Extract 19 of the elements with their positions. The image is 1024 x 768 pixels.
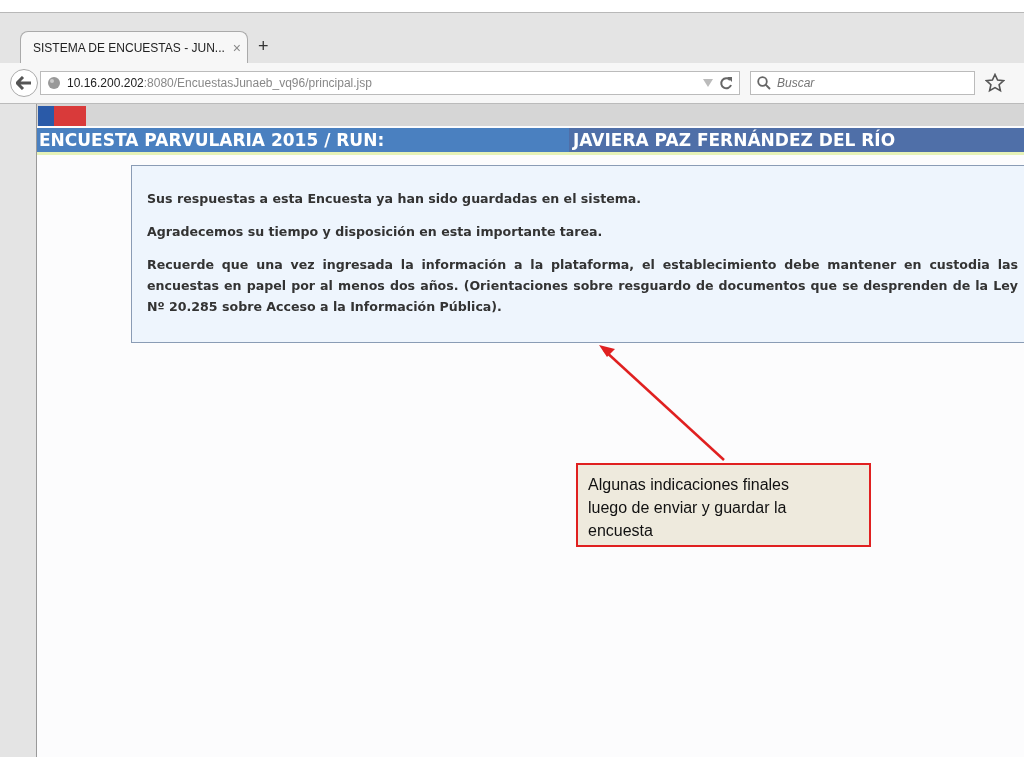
globe-icon	[47, 76, 61, 90]
browser-tab[interactable]: SISTEMA DE ENCUESTAS - JUN... ×	[20, 31, 248, 63]
back-arrow-icon	[16, 76, 32, 90]
reload-icon[interactable]	[719, 76, 733, 90]
bookmark-star-icon[interactable]	[985, 73, 1005, 93]
message-text: Sus respuestas a esta Encuesta ya han sido guardadas en el sistema.	[147, 190, 643, 208]
search-field[interactable]: Buscar	[750, 71, 975, 95]
flag-logo-icon	[38, 106, 86, 126]
back-button[interactable]	[10, 69, 38, 97]
student-name: JAVIERA PAZ FERNÁNDEZ DEL RÍO	[571, 130, 896, 150]
survey-title: ENCUESTA PARVULARIA 2015 / RUN:	[37, 128, 569, 152]
callout-text: Algunas indicaciones finales luego de enviar y guardar la encuesta	[576, 463, 871, 547]
tab-title: SISTEMA DE ENCUESTAS - JUN...	[33, 40, 225, 55]
message-text: Recuerde que una vez ingresada la información a la plataforma, el establecimiento debe mantener en custodia las encuestas en papel por al menos dos años. (Orientaciones sobre resguardo de documentos que se desprenden de la Ley Nº 20.285 sobre Acceso a la Información Pública).	[147, 256, 1018, 316]
address-bar[interactable]: 10.16.200.202:8080/EncuestasJunaeb_vq96/principal.jsp	[40, 71, 740, 95]
message-text: Agradecemos su tiempo y disposición en esta importante tarea.	[147, 223, 604, 241]
url-text: 10.16.200.202:8080/EncuestasJunaeb_vq96/principal.jsp	[67, 76, 372, 90]
new-tab-button[interactable]: +	[258, 36, 269, 63]
search-icon	[757, 76, 771, 90]
